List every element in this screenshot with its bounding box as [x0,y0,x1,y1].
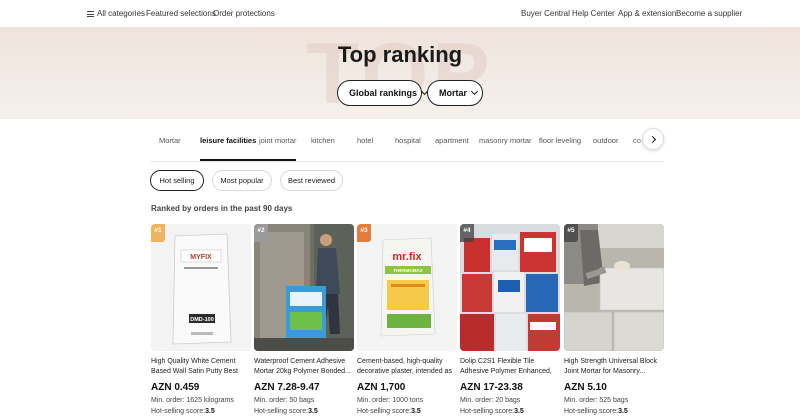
product-card[interactable]: #5 High Strength Universal Block Joint M… [564,224,664,420]
hot-selling-score: Hot-selling score:3.5 [254,408,318,415]
product-price: AZN 7.28-9.47 [254,382,320,393]
score-label: Hot-selling score: [357,408,412,415]
sort-most-popular[interactable]: Most popular [212,170,272,191]
score-label: Hot-selling score: [254,408,309,415]
tab-hospital[interactable]: hospital [395,136,421,145]
tab-mortar[interactable]: Mortar [159,136,181,145]
score-value: 3.5 [618,408,628,415]
product-price: AZN 1,700 [357,382,406,393]
cement-bag-image: MYFIX DMD-100 [151,224,251,351]
active-tab-indicator [200,159,296,161]
product-title[interactable]: Cement-based, high-quality decorative pl… [357,357,457,377]
product-moq: Min. order: 1000 tons [357,397,424,404]
product-image[interactable]: #4 [460,224,560,351]
bag-code-text: DMD-100 [190,317,214,323]
tab-masonry-mortar[interactable]: masonry mortar [479,136,532,145]
sort-hot-selling[interactable]: Hot selling [150,170,204,191]
bag-label-text: THERMOMAX [393,268,423,273]
tab-joint-mortar[interactable]: joint mortar [259,136,297,145]
category-filter-dropdown[interactable]: Mortar [427,80,483,106]
all-categories-label: All categories [97,9,146,18]
tab-apartment[interactable]: apartment [435,136,469,145]
hot-selling-score: Hot-selling score:3.5 [357,408,421,415]
product-moq: Min. order: 1625 kilograms [151,397,234,404]
product-image[interactable]: mr.fix THERMOMAX #3 [357,224,457,351]
product-moq: Min. order: 525 bags [564,397,629,404]
score-label: Hot-selling score: [564,408,619,415]
page-title: Top ranking [337,42,463,67]
product-card[interactable]: mr.fix THERMOMAX #3 Cement-based, high-q… [357,224,457,420]
product-moq: Min. order: 20 bags [460,397,521,404]
hot-selling-score: Hot-selling score:3.5 [151,408,215,415]
worker-wall-image [254,224,354,351]
product-price: AZN 17-23.38 [460,382,523,393]
tab-floor-leveling[interactable]: floor leveling [539,136,581,145]
bag-brand-text: mr.fix [392,251,422,263]
product-card[interactable]: #4 Dolip C2S1 Flexible Tile Adhesive Pol… [460,224,560,420]
rank-badge: #4 [460,224,474,242]
product-moq: Min. order: 50 bags [254,397,315,404]
region-filter-dropdown[interactable]: Global rankings [337,80,429,106]
product-title[interactable]: High Strength Universal Block Joint Mort… [564,357,664,377]
hero-banner: TOP Top ranking Global rankings Mortar [0,27,800,119]
score-value: 3.5 [205,408,215,415]
app-extension-link[interactable]: App & extension [618,9,676,18]
chevron-down-icon [470,87,479,96]
help-center-link[interactable]: Help Center [572,9,615,18]
score-label: Hot-selling score: [151,408,206,415]
product-card[interactable]: #2 Waterproof Cement Adhesive Mortar 20k… [254,224,354,420]
tile-adhesive-image [460,224,560,351]
product-image[interactable]: #2 [254,224,354,351]
rank-badge: #3 [357,224,371,242]
tab-kitchen[interactable]: kitchen [311,136,335,145]
block-wall-image [564,224,664,351]
product-image[interactable]: MYFIX DMD-100 #1 [151,224,251,351]
ranking-subtitle: Ranked by orders in the past 90 days [151,204,293,213]
hot-selling-score: Hot-selling score:3.5 [564,408,628,415]
region-filter-label: Global rankings [349,88,418,98]
tab-leisure-facilities[interactable]: leisure facilities [200,136,256,145]
all-categories-menu[interactable]: All categories [87,9,145,18]
sort-best-reviewed[interactable]: Best reviewed [280,170,343,191]
rank-badge: #1 [151,224,165,242]
category-tabs: Mortar leisure facilities joint mortar k… [150,126,664,162]
product-price: AZN 5.10 [564,382,607,393]
menu-icon [87,11,94,17]
score-value: 3.5 [411,408,421,415]
product-card[interactable]: MYFIX DMD-100 #1 High Quality White Ceme… [151,224,251,420]
product-title[interactable]: High Quality White Cement Based Wall Sat… [151,357,251,377]
featured-selections-link[interactable]: Featured selections [146,9,216,18]
rank-badge: #5 [564,224,578,242]
chevron-right-icon [648,135,657,144]
order-protections-link[interactable]: Order protections [213,9,275,18]
tab-outdoor[interactable]: outdoor [593,136,618,145]
score-value: 3.5 [514,408,524,415]
product-title[interactable]: Waterproof Cement Adhesive Mortar 20kg P… [254,357,354,377]
buyer-central-link[interactable]: Buyer Central [521,9,570,18]
top-nav: All categories Featured selections Order… [0,0,800,27]
bag-brand-text: MYFIX [190,254,212,261]
hot-selling-score: Hot-selling score:3.5 [460,408,524,415]
category-filter-label: Mortar [439,88,468,98]
product-price: AZN 0.459 [151,382,200,393]
score-label: Hot-selling score: [460,408,515,415]
product-title[interactable]: Dolip C2S1 Flexible Tile Adhesive Polyme… [460,357,560,377]
product-image[interactable]: #5 [564,224,664,351]
tabs-next-button[interactable] [642,128,664,150]
become-supplier-link[interactable]: Become a supplier [676,9,742,18]
plaster-bag-image: mr.fix THERMOMAX [357,224,457,351]
score-value: 3.5 [308,408,318,415]
tab-hotel[interactable]: hotel [357,136,373,145]
rank-badge: #2 [254,224,268,242]
